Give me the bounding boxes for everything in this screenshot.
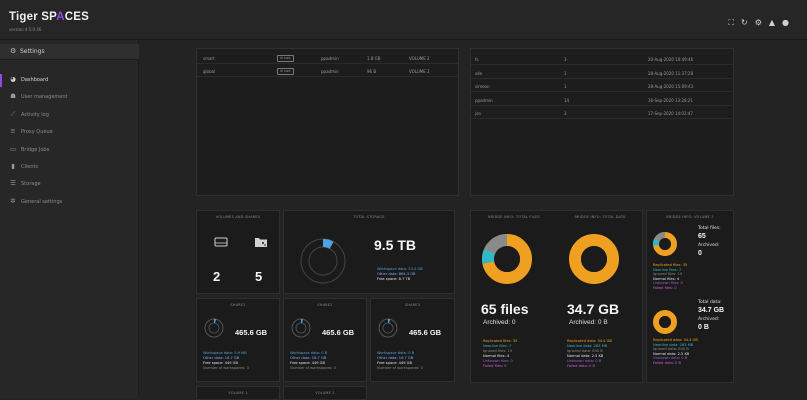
sidebar: ⚙ Settings ◕ Dashboard ☗ User management ⟋… [0,40,139,398]
users-table: fs 3 20-Aug-2020 10:49:46 olle 1 28-Aug-2020… [470,48,734,196]
dashboard-icon: ◕ [10,75,16,83]
share-donut [204,318,224,338]
network-icon[interactable]: ⛶ [728,19,734,27]
bridge-totals-card: BRIDGE INFO: TOTAL FILES BRIDGE INFO: TO… [470,210,643,383]
table-row[interactable]: olle 1 28-Aug-2020 11:37:28 [471,67,733,79]
alert-icon[interactable]: ▲ [769,19,775,27]
share-donut [291,318,311,338]
files-donut [482,234,532,284]
share-card: SHARE3 465.6 GB Workspace data: 0 B Othe… [370,298,455,382]
status-badge: in use [277,54,294,62]
data-donut [569,234,619,284]
settings-header[interactable]: ⚙ Settings [0,44,139,60]
users-icon: ☗ [10,92,16,101]
settings-label: Settings [20,48,45,55]
sidebar-item-dashboard[interactable]: ◕ Dashboard [0,72,139,89]
bridge-icon: ▭ [9,144,17,153]
chart-icon: ⟋ [10,109,16,118]
top-bar: Tiger SPACES version 4.5.0.46 ⛶ ↻ ⚙ ▲ ● [0,0,807,40]
sidebar-item-activity-log[interactable]: ⟋ Activity log [0,107,139,124]
sidebar-nav: ◕ Dashboard ☗ User management ⟋ Activity lo… [0,72,139,211]
workspaces-table: smart in use ppadmin 1.8 GB VOLUME 2 glo… [196,48,459,196]
refresh-icon[interactable]: ↻ [741,19,748,27]
volume-files-donut [652,231,677,256]
share-card: SHARE2 465.6 GB Workspace data: 0 B Othe… [283,298,367,382]
storage-total: 9.5 TB [374,237,417,253]
table-row[interactable]: global in use ppadmin 96 B VOLUME 2 [197,65,458,77]
shared-folder-icon [255,238,267,247]
storage-icon: ☰ [10,179,16,188]
gears-icon: ⚙ [10,47,17,55]
app-version: version 4.5.0.46 [9,27,42,32]
total-storage-card: TOTAL STORAGE 9.5 TB Workspace data: 23.… [283,210,455,294]
gear-icon: ✲ [10,196,16,205]
clients-icon: ▮ [11,161,15,170]
table-row[interactable]: ppadmin 14 16-Sep-2020 13:28:21 [471,94,733,106]
volumes-shares-card: VOLUMES AND SHARES 2 5 [196,210,280,294]
settings-icon[interactable]: ⚙ [755,19,762,27]
hard-drive-icon [214,237,228,247]
table-row[interactable]: simeon 1 28-Aug-2020 15:09:43 [471,80,733,92]
table-row[interactable]: smart in use ppadmin 1.8 GB VOLUME 2 [197,52,458,64]
sidebar-item-proxy-queue[interactable]: ≡ Proxy Queue [0,124,139,141]
sidebar-item-storage[interactable]: ☰ Storage [0,176,139,193]
volume-data-donut [653,310,677,334]
sidebar-item-general-settings[interactable]: ✲ General settings [0,194,139,211]
app-logo[interactable]: Tiger SPACES [9,11,89,23]
user-icon[interactable]: ● [782,19,789,27]
sidebar-item-user-management[interactable]: ☗ User management [0,89,139,106]
table-row[interactable]: fs 3 20-Aug-2020 10:49:46 [471,53,733,65]
bridge-volume-card: BRIDGE INFO: VOLUME 2 Total files: 65 Ar… [646,210,734,383]
share-donut [378,318,398,338]
status-badge: in use [277,67,294,75]
share-count: 5 [255,269,263,284]
sidebar-item-bridge-jobs[interactable]: ▭ Bridge Jobs [0,142,139,159]
volume-count: 2 [213,269,221,284]
list-icon: ≡ [10,127,16,136]
storage-donut [300,238,346,284]
sidebar-item-clients[interactable]: ▮ Clients [0,159,139,176]
top-icons: ⛶ ↻ ⚙ ▲ ● [728,19,789,27]
table-row[interactable]: jon 3 17-Sep-2020 14:02:47 [471,107,733,119]
share-card: SHARE1 465.6 GB Workspace data: 5.9 MB O… [196,298,280,382]
